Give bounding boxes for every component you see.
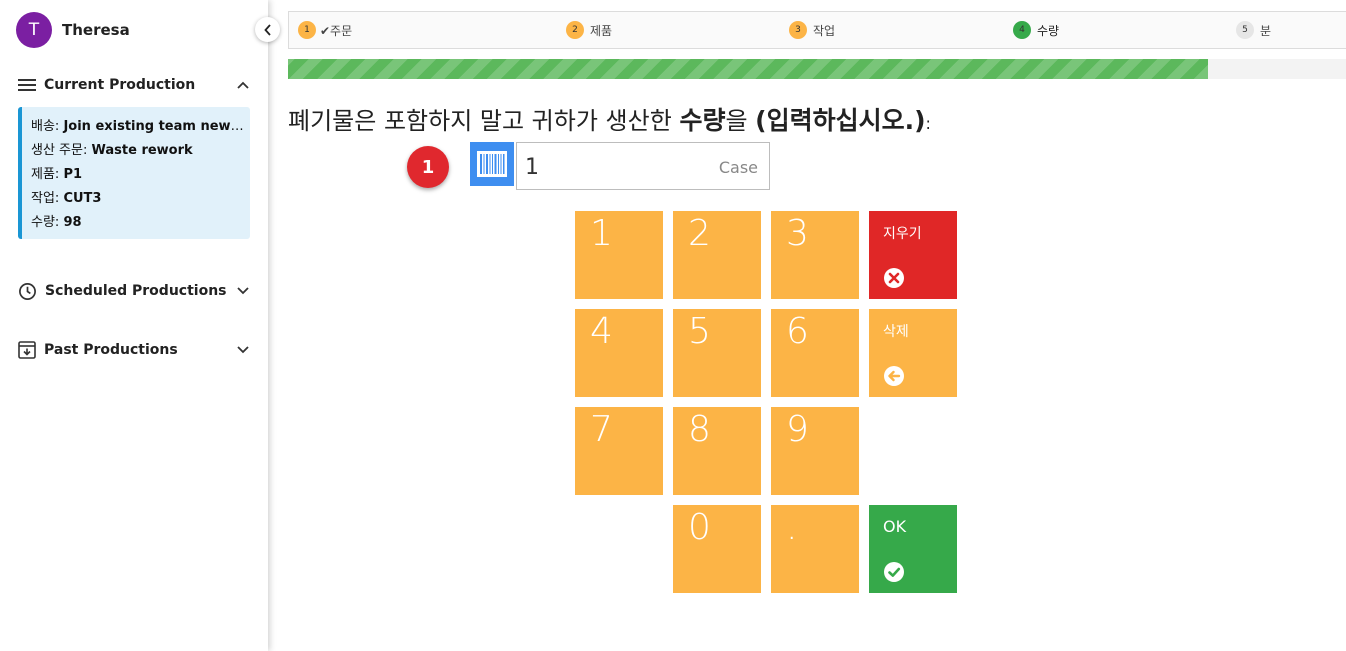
step-label: 제품 (590, 23, 613, 38)
key-4[interactable]: 4 (575, 309, 663, 397)
step-label: 작업 (813, 23, 836, 38)
step-number: 1 (298, 21, 316, 39)
step-number: 4 (1013, 21, 1031, 39)
detail-quantity: 수량: 98 (31, 215, 82, 230)
x-circle-icon (884, 268, 904, 288)
step-label: ✔주문 (320, 23, 353, 38)
quantity-value: 1 (525, 155, 539, 180)
progress-bar (288, 59, 1346, 79)
step-operation[interactable]: 3 작업 (789, 12, 835, 48)
ok-button[interactable]: OK (869, 505, 957, 593)
step-number: 2 (566, 21, 584, 39)
key-9[interactable]: 9 (771, 407, 859, 495)
ok-label: OK (883, 517, 907, 536)
key-3[interactable]: 3 (771, 211, 859, 299)
chevron-down-icon (236, 284, 250, 298)
past-productions-header[interactable]: Past Productions (18, 338, 250, 362)
sidebar-collapse-button[interactable] (255, 17, 280, 42)
chevron-down-icon (236, 343, 250, 357)
step-number: 3 (789, 21, 807, 39)
wizard-stepper: 1 ✔주문 2 제품 3 작업 4 수량 5 분 (288, 11, 1346, 49)
step-product[interactable]: 2 제품 (566, 12, 612, 48)
current-production-label: Current Production (44, 77, 196, 93)
step-order[interactable]: 1 ✔주문 (298, 12, 352, 48)
chevron-up-icon (236, 78, 250, 92)
key-1[interactable]: 1 (575, 211, 663, 299)
key-7[interactable]: 7 (575, 407, 663, 495)
delete-label: 삭제 (883, 324, 909, 340)
menu-lines-icon (18, 79, 36, 91)
scheduled-productions-header[interactable]: Scheduled Productions (18, 279, 250, 303)
key-5[interactable]: 5 (673, 309, 761, 397)
quantity-unit: Case (718, 158, 758, 177)
past-productions-label: Past Productions (44, 342, 178, 358)
current-production-header[interactable]: Current Production (18, 73, 250, 97)
arrow-left-circle-icon (884, 366, 904, 386)
quantity-input[interactable]: 1 Case (516, 142, 770, 190)
step-badge: 1 (407, 146, 449, 188)
step-number: 5 (1236, 21, 1254, 39)
key-2[interactable]: 2 (673, 211, 761, 299)
user-profile[interactable]: T Theresa (16, 12, 130, 48)
avatar: T (16, 12, 52, 48)
detail-operation: 작업: CUT3 (31, 191, 102, 206)
key-decimal[interactable]: . (771, 505, 859, 593)
user-name: Theresa (62, 21, 130, 39)
step-quantity[interactable]: 4 수량 (1013, 12, 1059, 48)
key-0[interactable]: 0 (673, 505, 761, 593)
check-circle-icon (884, 562, 904, 582)
delete-button[interactable]: 삭제 (869, 309, 957, 397)
archive-icon (18, 341, 36, 359)
key-8[interactable]: 8 (673, 407, 761, 495)
chevron-left-icon (263, 23, 271, 36)
current-production-details: 배송: Join existing team new S... 생산 주문: W… (18, 107, 250, 239)
clear-button[interactable]: 지우기 (869, 211, 957, 299)
detail-shipment: 배송: Join existing team new S... (31, 119, 245, 134)
clear-label: 지우기 (883, 226, 922, 242)
progress-fill (288, 59, 1209, 79)
quantity-question: 폐기물은 포함하지 말고 귀하가 생산한 수량을 (입력하십시오.): (288, 106, 931, 135)
barcode-scan-button[interactable] (470, 142, 514, 186)
step-minutes[interactable]: 5 분 (1236, 12, 1271, 48)
detail-production-order: 생산 주문: Waste rework (31, 143, 193, 158)
barcode-icon (477, 151, 507, 177)
detail-product: 제품: P1 (31, 167, 83, 182)
step-label: 분 (1260, 23, 1272, 38)
step-label: 수량 (1037, 23, 1060, 38)
scheduled-productions-label: Scheduled Productions (45, 283, 227, 299)
clock-icon (19, 282, 36, 300)
key-6[interactable]: 6 (771, 309, 859, 397)
sidebar: T Theresa Current Production 배송: Join ex… (0, 0, 268, 651)
